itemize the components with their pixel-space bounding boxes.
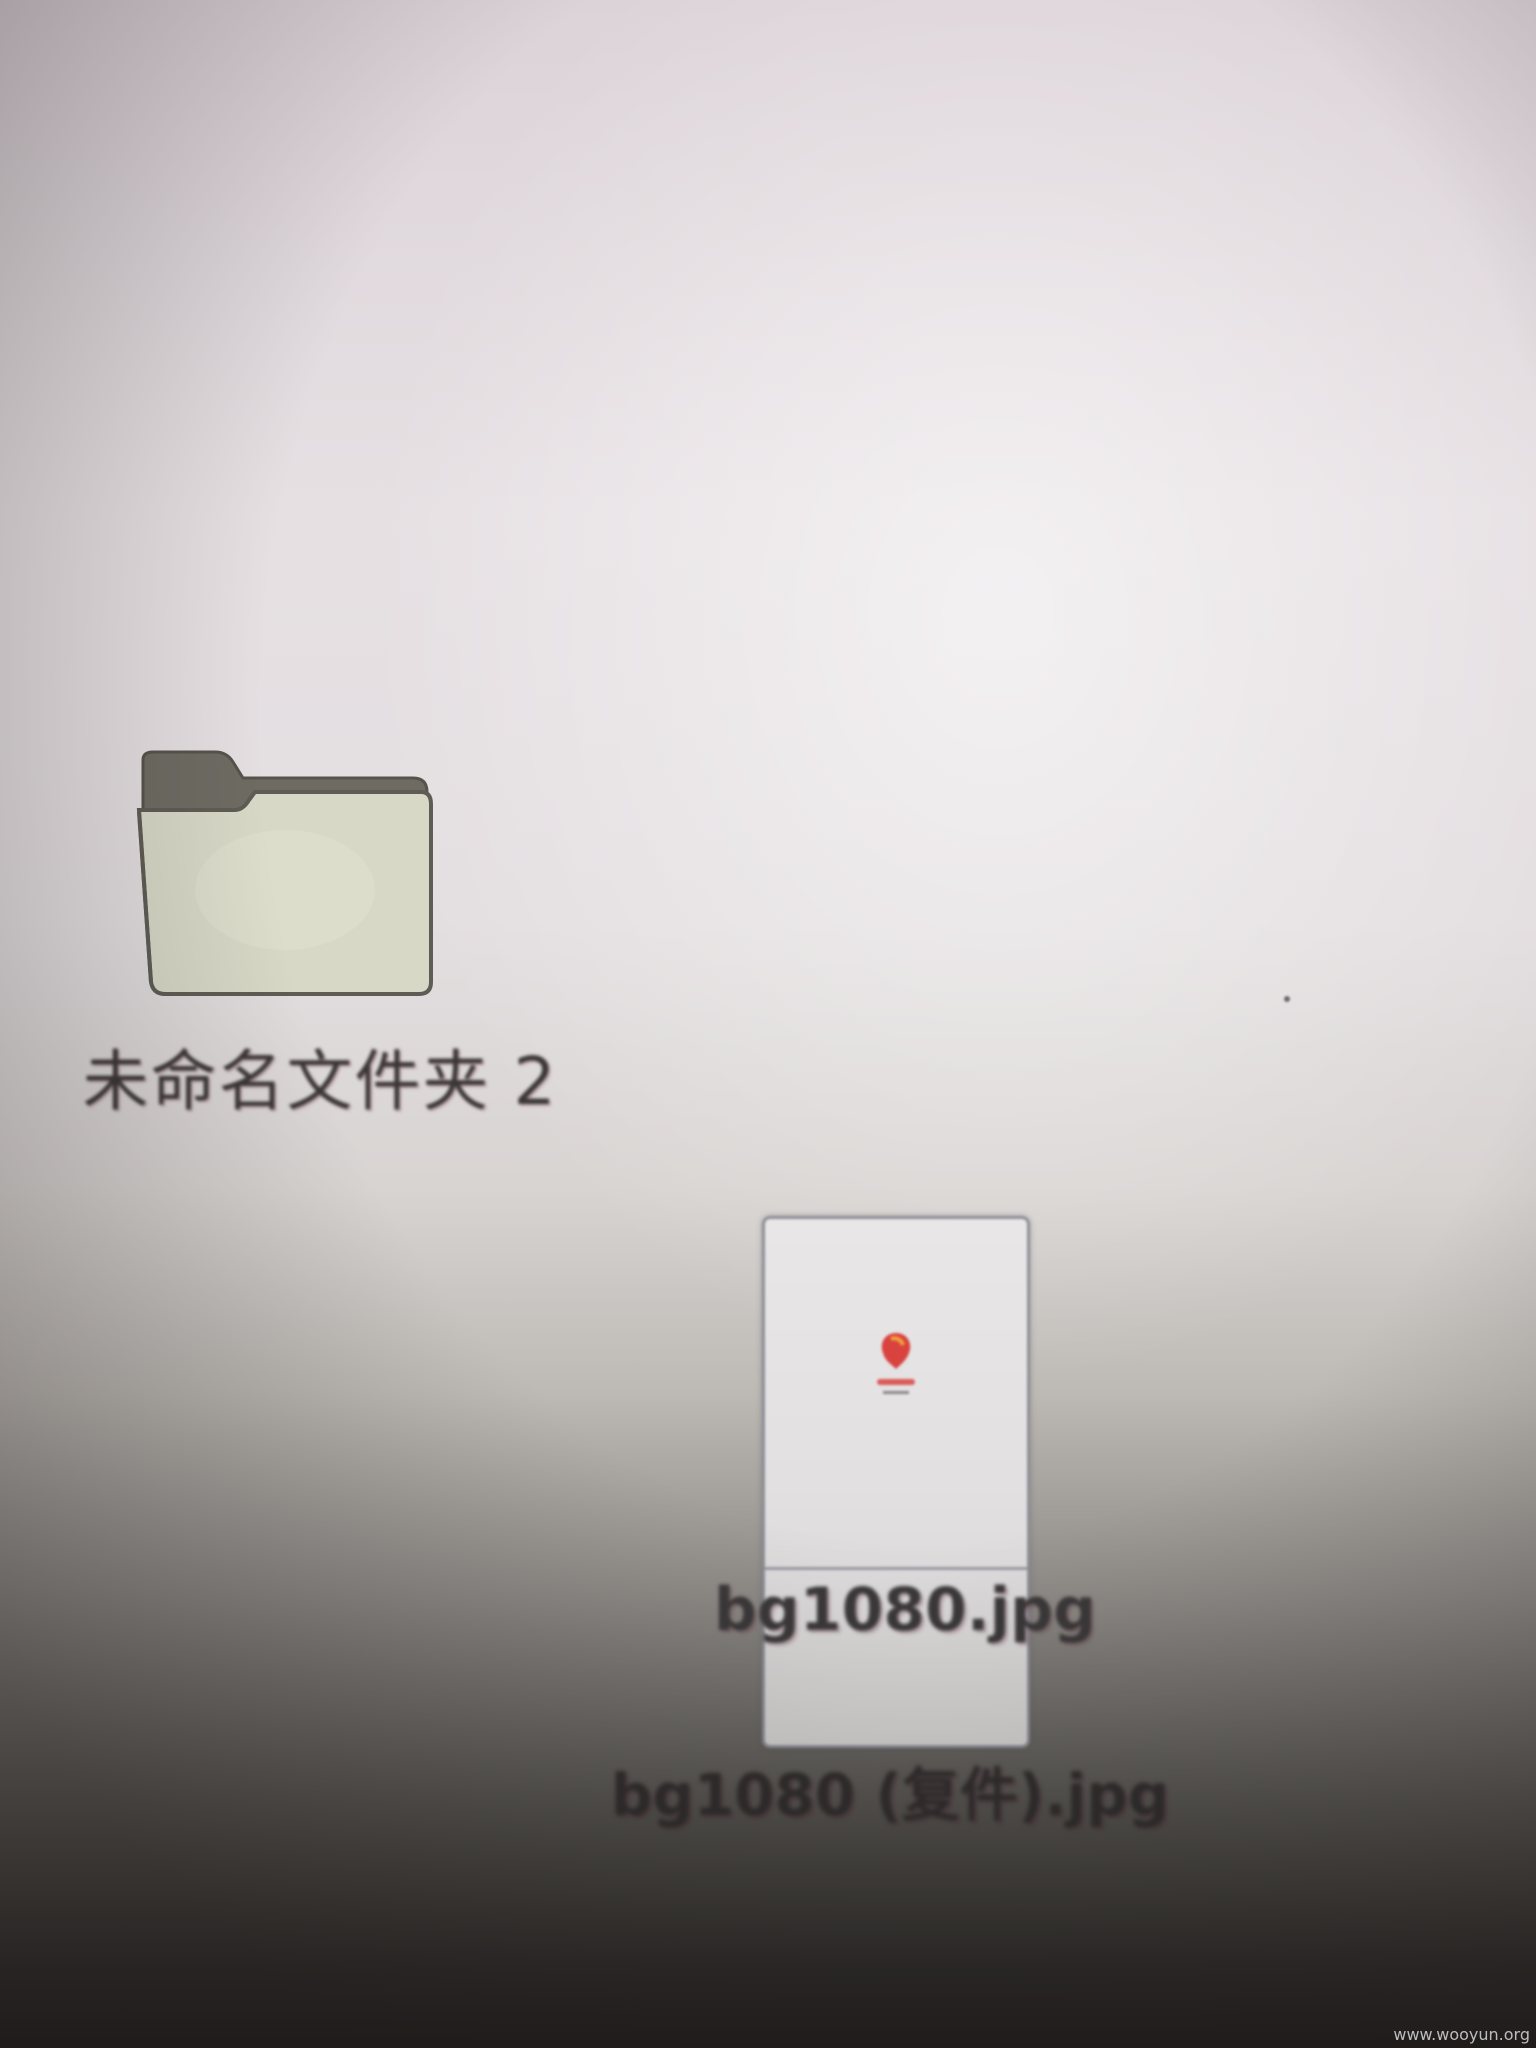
screen-speck <box>1284 996 1290 1002</box>
folder-label[interactable]: 未命名文件夹 2 <box>83 1028 558 1124</box>
desktop[interactable]: 未命名文件夹 2 bg1080.jpg bg1080 (复件).jpg <box>0 0 1536 2048</box>
thumbnail-divider <box>765 1567 1027 1570</box>
file-label[interactable]: bg1080.jpg <box>680 1575 1130 1645</box>
logo-icon <box>877 1333 915 1394</box>
file-copy-label[interactable]: bg1080 (复件).jpg <box>540 1748 1240 1832</box>
desktop-item-folder[interactable]: 未命名文件夹 2 <box>83 750 740 1124</box>
folder-icon[interactable] <box>135 750 435 1000</box>
watermark: www.wooyun.org <box>1393 2025 1530 2044</box>
image-thumbnail-icon[interactable] <box>762 1216 1030 1748</box>
